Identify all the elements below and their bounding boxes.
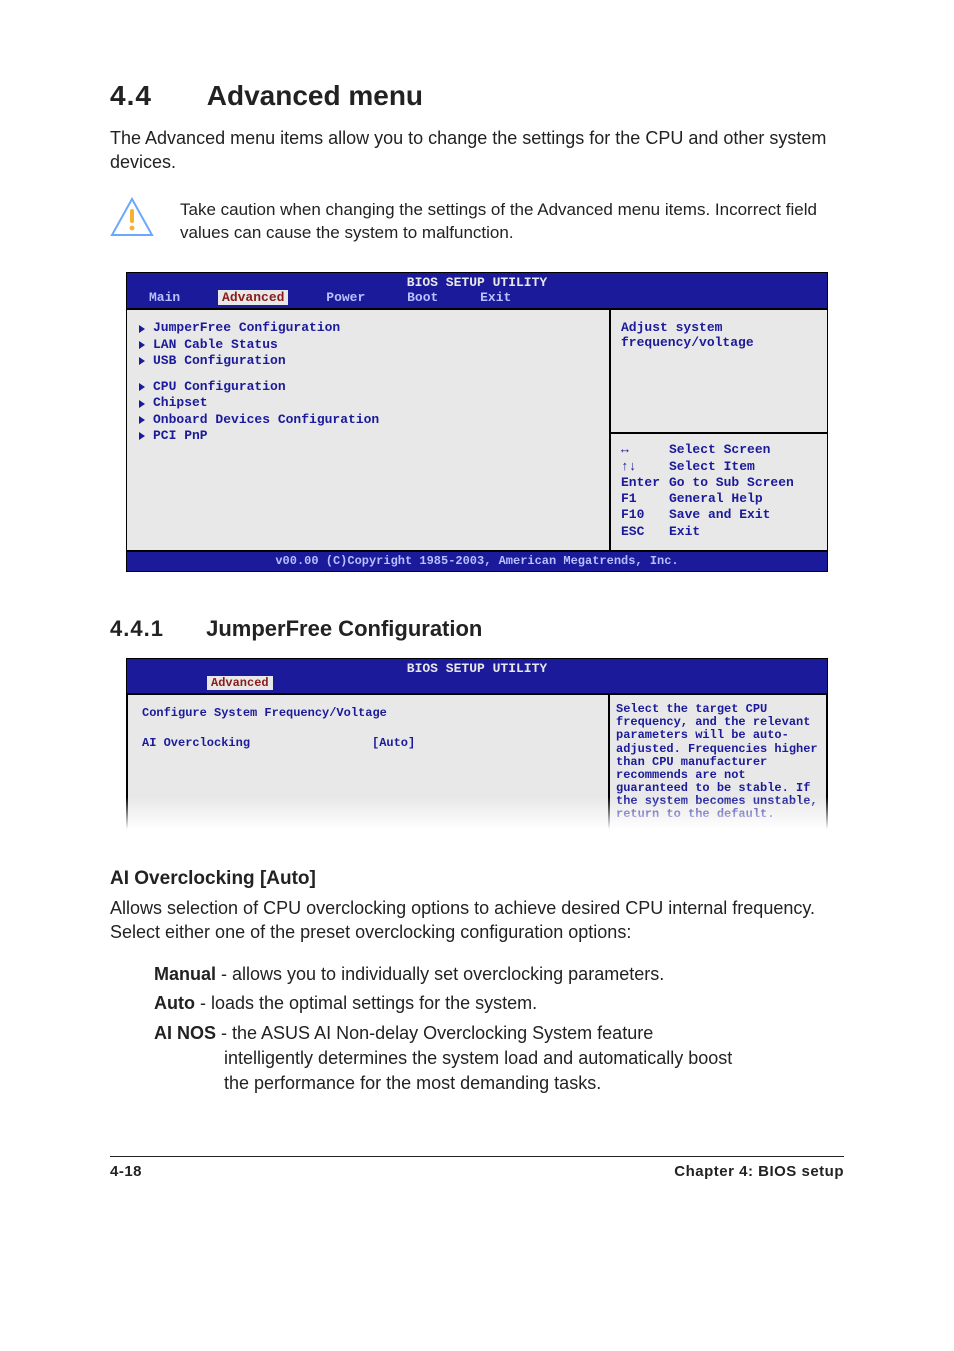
chevron-right-icon: [139, 416, 145, 424]
intro-paragraph: The Advanced menu items allow you to cha…: [110, 126, 844, 175]
page-footer: 4-18 Chapter 4: BIOS setup: [110, 1163, 844, 1180]
caution-callout: Take caution when changing the settings …: [110, 197, 844, 245]
bios-setting-value: [Auto]: [372, 735, 415, 751]
bios-setting-row: AI Overclocking [Auto]: [142, 735, 594, 751]
bios-key-legend: ↔Select Screen ↑↓Select Item EnterGo to …: [611, 434, 827, 550]
option-heading: AI Overclocking [Auto]: [110, 868, 844, 890]
section-title: Advanced menu: [207, 80, 423, 111]
bios-menu-advanced: Advanced: [218, 290, 288, 305]
bios-item: LAN Cable Status: [137, 337, 599, 353]
chapter-label: Chapter 4: BIOS setup: [674, 1163, 844, 1180]
bios-screenshot-advanced-menu: BIOS SETUP UTILITY Main Advanced Power B…: [126, 272, 828, 572]
chevron-right-icon: [139, 357, 145, 365]
caution-text: Take caution when changing the settings …: [180, 197, 844, 245]
bios-title: BIOS SETUP UTILITY: [127, 659, 827, 676]
bios-copyright: v00.00 (C)Copyright 1985-2003, American …: [127, 552, 827, 571]
chevron-right-icon: [139, 325, 145, 333]
bios-setting-label: AI Overclocking: [142, 735, 372, 751]
chevron-right-icon: [139, 400, 145, 408]
bios-item: Chipset: [137, 395, 599, 411]
bios-item: CPU Configuration: [137, 379, 599, 395]
bios-menu-main: Main: [145, 290, 184, 305]
bios-item: JumperFree Configuration: [137, 320, 599, 336]
option-paragraph: Allows selection of CPU overclocking opt…: [110, 896, 844, 945]
bios-menu-boot: Boot: [403, 290, 442, 305]
chevron-right-icon: [139, 341, 145, 349]
subsection-title: JumperFree Configuration: [206, 616, 482, 641]
bios-title: BIOS SETUP UTILITY: [127, 273, 827, 290]
option-ai-nos: AI NOS - the ASUS AI Non-delay Overclock…: [154, 1021, 844, 1097]
page-number: 4-18: [110, 1163, 142, 1180]
bios-config-panel: Configure System Frequency/Voltage AI Ov…: [128, 695, 610, 830]
option-auto: Auto - loads the optimal settings for th…: [154, 991, 844, 1016]
bios-help-panel: Adjust system frequency/voltage: [611, 310, 827, 434]
caution-icon: [110, 197, 154, 237]
footer-rule: [110, 1156, 844, 1157]
subsection-number: 4.4.1: [110, 616, 200, 642]
section-heading: 4.4 Advanced menu: [110, 80, 844, 112]
bios-item: Onboard Devices Configuration: [137, 412, 599, 428]
bios-screenshot-jumperfree: BIOS SETUP UTILITY Advanced Configure Sy…: [126, 658, 828, 832]
bios-menu-advanced: Advanced: [207, 676, 273, 690]
bios-items-panel: JumperFree Configuration LAN Cable Statu…: [127, 310, 611, 550]
option-list: Manual - allows you to individually set …: [110, 962, 844, 1096]
bios-menubar: Main Advanced Power Boot Exit: [127, 290, 827, 308]
bios-menu-exit: Exit: [476, 290, 515, 305]
bios-help-panel: Select the target CPU frequency, and the…: [610, 695, 826, 830]
bios-menubar: Advanced: [127, 676, 827, 693]
section-number: 4.4: [110, 80, 200, 112]
bios-panel-heading: Configure System Frequency/Voltage: [142, 705, 594, 721]
bios-menu-power: Power: [322, 290, 369, 305]
option-manual: Manual - allows you to individually set …: [154, 962, 844, 987]
subsection-heading: 4.4.1 JumperFree Configuration: [110, 616, 844, 642]
chevron-right-icon: [139, 383, 145, 391]
chevron-right-icon: [139, 432, 145, 440]
bios-item: PCI PnP: [137, 428, 599, 444]
bios-item: USB Configuration: [137, 353, 599, 369]
